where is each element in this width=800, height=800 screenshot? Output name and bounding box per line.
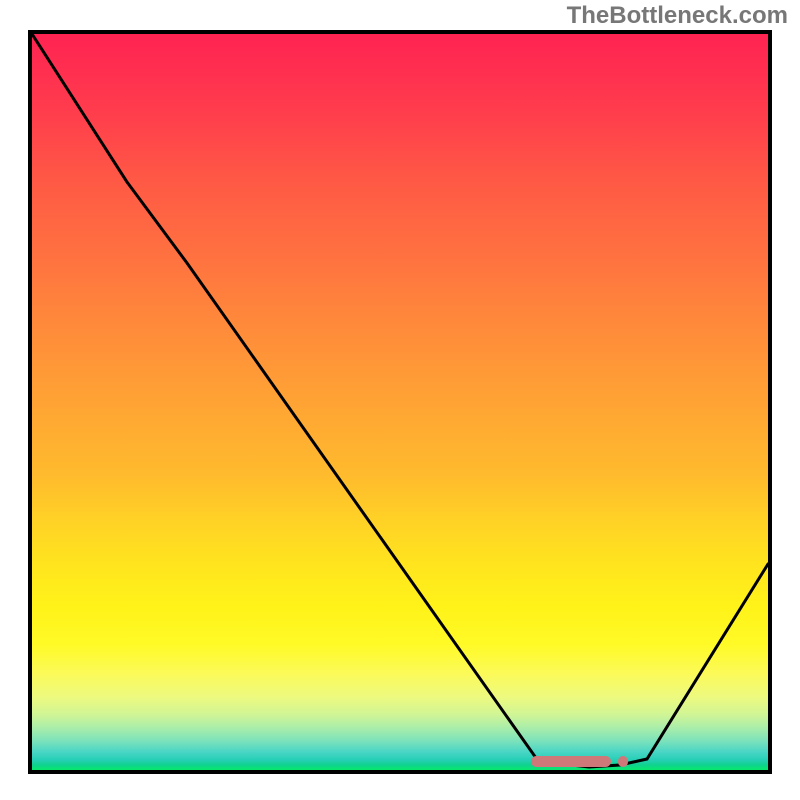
page: TheBottleneck.com — [0, 0, 800, 800]
plot-area — [32, 34, 768, 770]
curve-path — [32, 34, 768, 767]
watermark-text: TheBottleneck.com — [567, 2, 788, 30]
chart-frame — [28, 30, 772, 774]
bottleneck-curve — [32, 34, 768, 770]
